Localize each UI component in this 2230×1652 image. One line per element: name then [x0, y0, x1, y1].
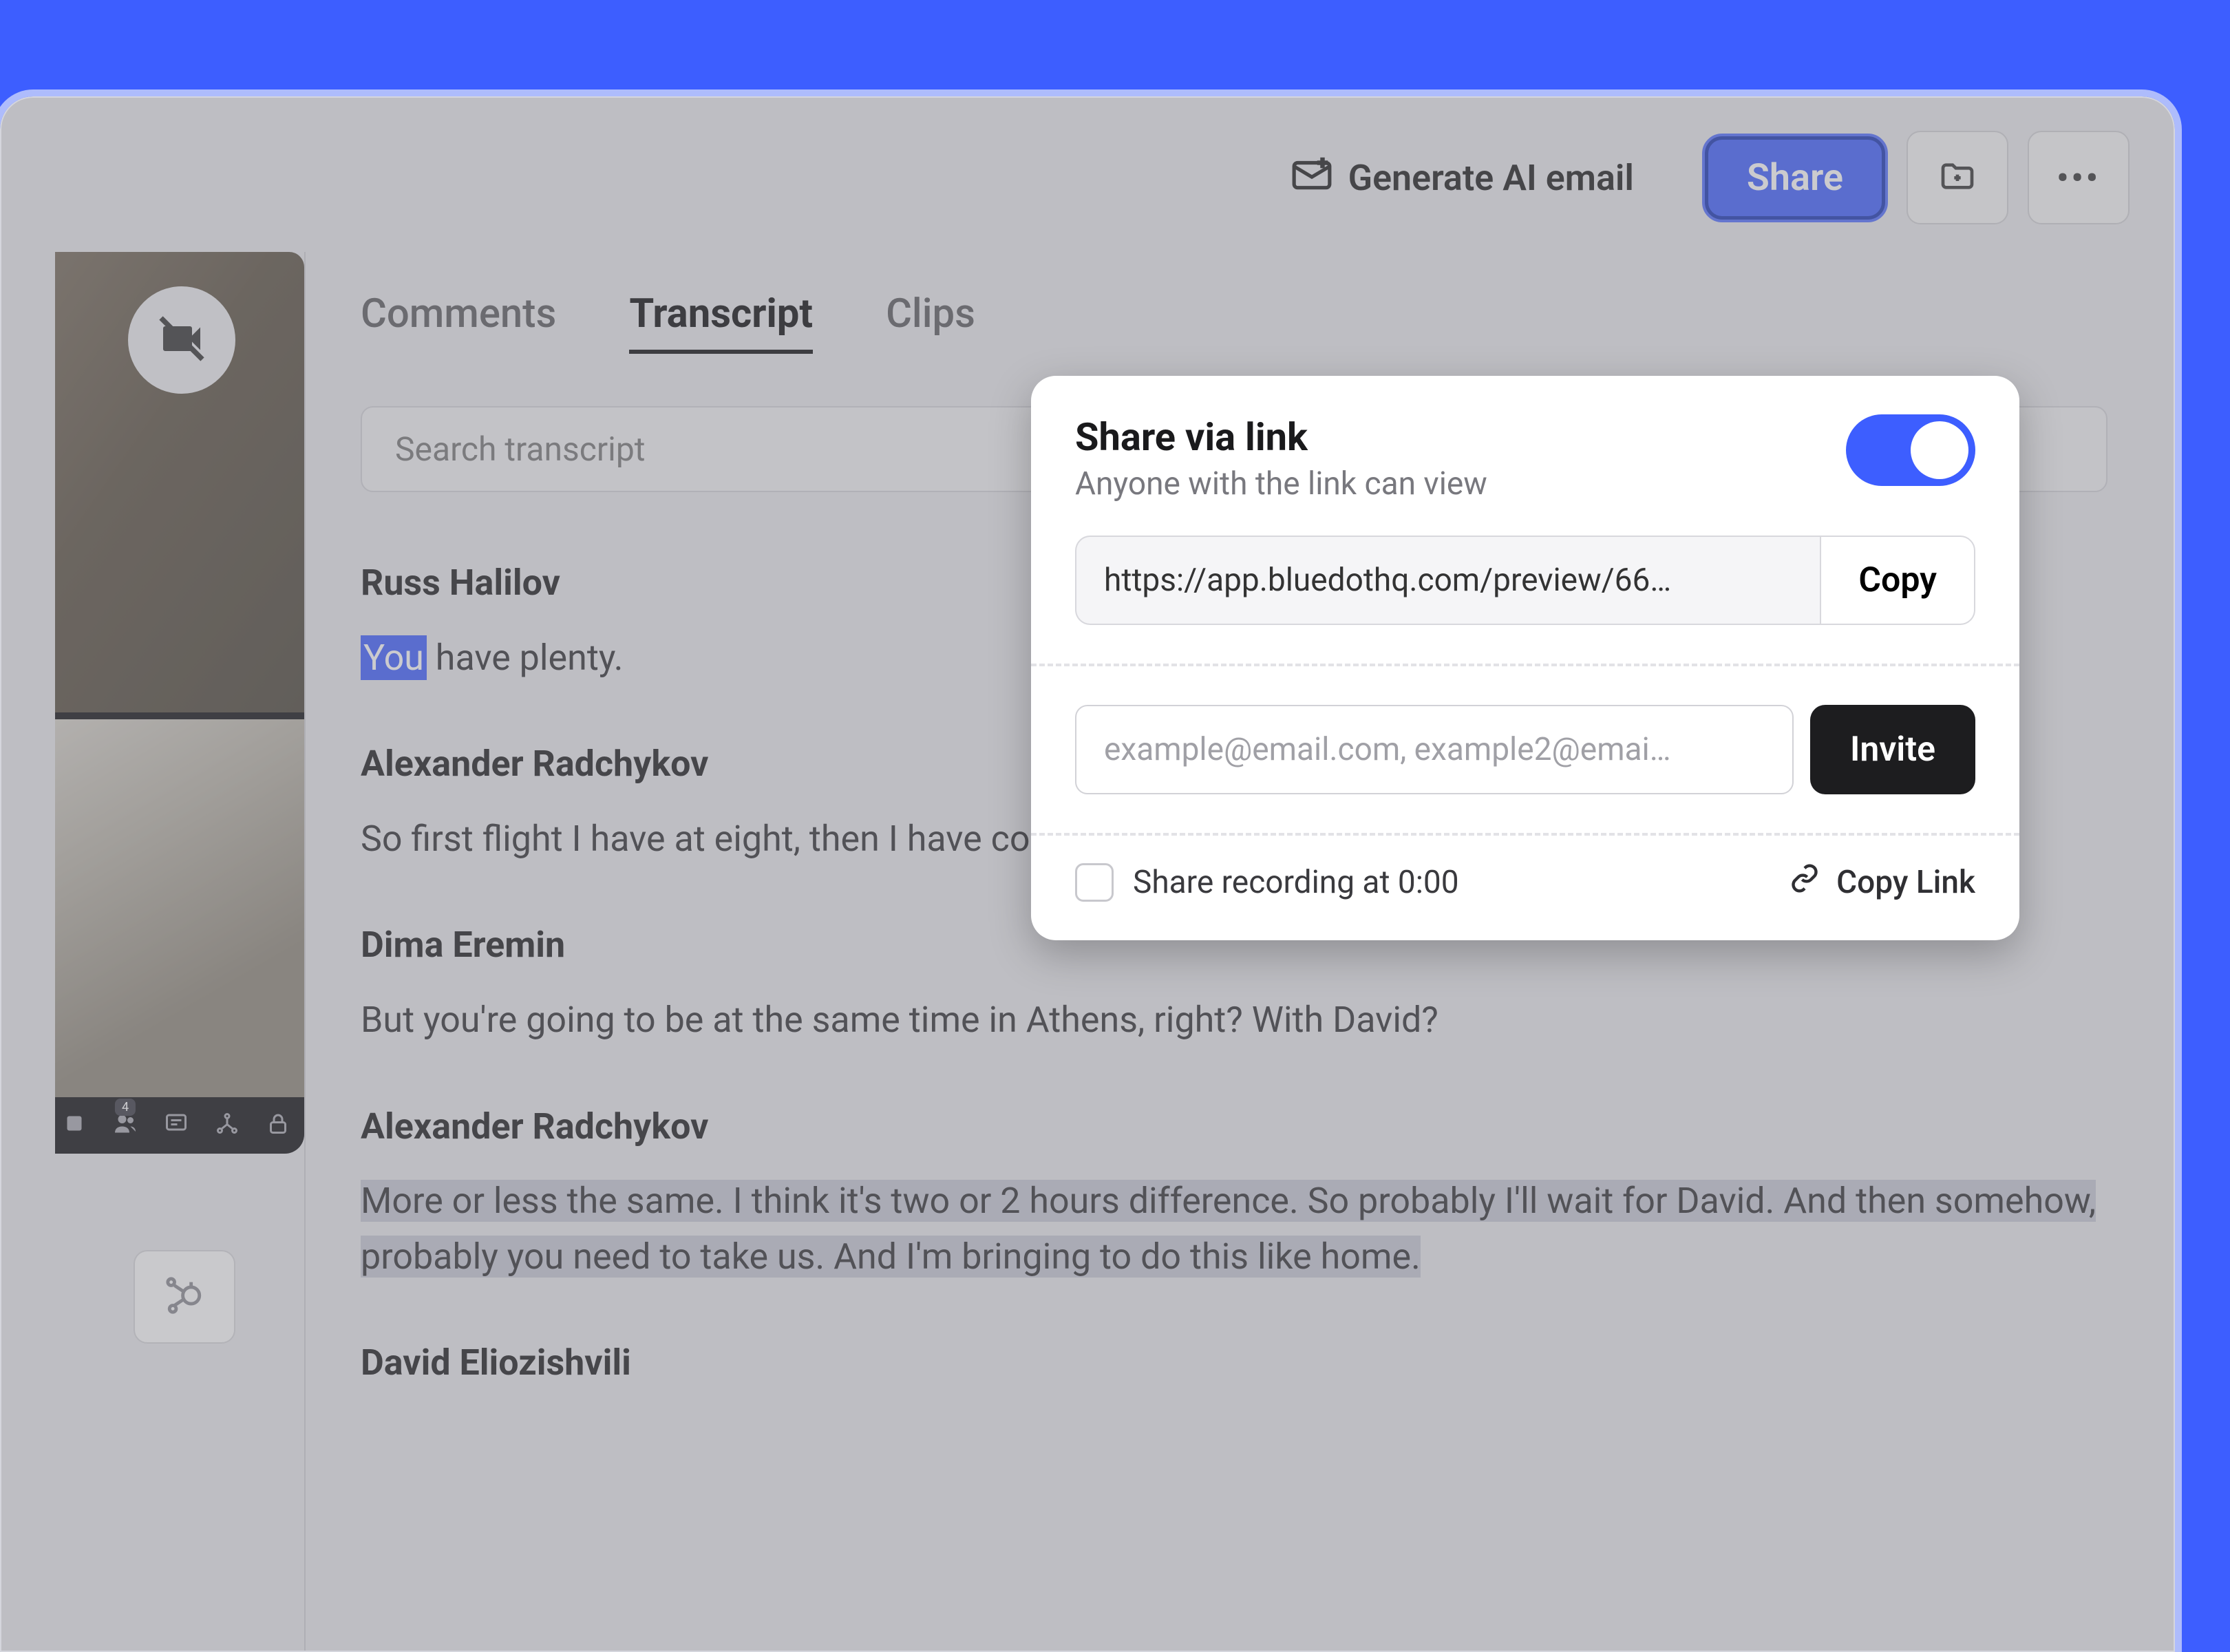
transcript-line[interactable]: But you're going to be at the same time …: [361, 993, 2107, 1048]
hubspot-icon: [164, 1275, 204, 1318]
app-window: Generate AI email Share •••: [0, 96, 2175, 1652]
camera-off-badge: [128, 286, 235, 394]
envelope-plus-icon: [1291, 152, 1333, 204]
participants-icon[interactable]: 4: [113, 1111, 138, 1136]
lock-icon[interactable]: [266, 1111, 290, 1136]
generate-ai-email-label: Generate AI email: [1348, 157, 1634, 199]
copy-button[interactable]: Copy: [1820, 536, 1975, 625]
highlighted-word: You: [361, 635, 427, 680]
invite-email-input[interactable]: example@email.com, example2@emai…: [1075, 705, 1794, 794]
copy-link-button[interactable]: Copy Link: [1790, 863, 1975, 902]
stop-icon[interactable]: [62, 1111, 87, 1136]
share-button[interactable]: Share: [1703, 134, 1887, 222]
invite-button[interactable]: Invite: [1810, 705, 1975, 794]
integration-button[interactable]: [134, 1250, 235, 1344]
tab-comments[interactable]: Comments: [361, 290, 556, 354]
top-toolbar: Generate AI email Share •••: [1, 98, 2174, 252]
video-toolbar: 4: [55, 1097, 304, 1154]
share-popover: Share via link Anyone with the link can …: [1031, 376, 2019, 940]
speaker-name: David Eliozishvili: [361, 1335, 2107, 1391]
participant-count-badge: 4: [115, 1099, 136, 1116]
share-title: Share via link: [1075, 414, 1487, 460]
share-at-label: Share recording at 0:00: [1133, 864, 1459, 901]
tabs: Comments Transcript Clips: [361, 252, 2107, 354]
generate-ai-email-button[interactable]: Generate AI email: [1291, 152, 1634, 204]
tab-clips[interactable]: Clips: [886, 290, 975, 354]
share-subtitle: Anyone with the link can view: [1075, 465, 1487, 502]
add-to-folder-button[interactable]: [1907, 131, 2008, 224]
chat-icon[interactable]: [164, 1111, 189, 1136]
link-icon: [1790, 863, 1820, 902]
video-tile: [55, 252, 304, 712]
video-tile: [55, 719, 304, 1097]
more-options-button[interactable]: •••: [2028, 131, 2130, 224]
copy-link-label: Copy Link: [1836, 864, 1975, 901]
tab-transcript[interactable]: Transcript: [629, 290, 813, 354]
share-at-time-option[interactable]: Share recording at 0:00: [1075, 863, 1459, 902]
video-panel: 4: [55, 252, 304, 1154]
network-icon[interactable]: [215, 1111, 240, 1136]
share-url-input[interactable]: https://app.bluedothq.com/preview/66…: [1075, 536, 1820, 625]
link-sharing-toggle[interactable]: [1846, 414, 1975, 486]
selected-text: More or less the same. I think it's two …: [361, 1180, 2096, 1278]
more-horizontal-icon: •••: [2057, 158, 2101, 198]
checkbox[interactable]: [1075, 863, 1114, 902]
camera-off-icon: [157, 314, 206, 366]
folder-plus-icon: [1938, 157, 1977, 198]
transcript-line[interactable]: More or less the same. I think it's two …: [361, 1174, 2107, 1284]
speaker-name: Alexander Radchykov: [361, 1099, 2107, 1155]
